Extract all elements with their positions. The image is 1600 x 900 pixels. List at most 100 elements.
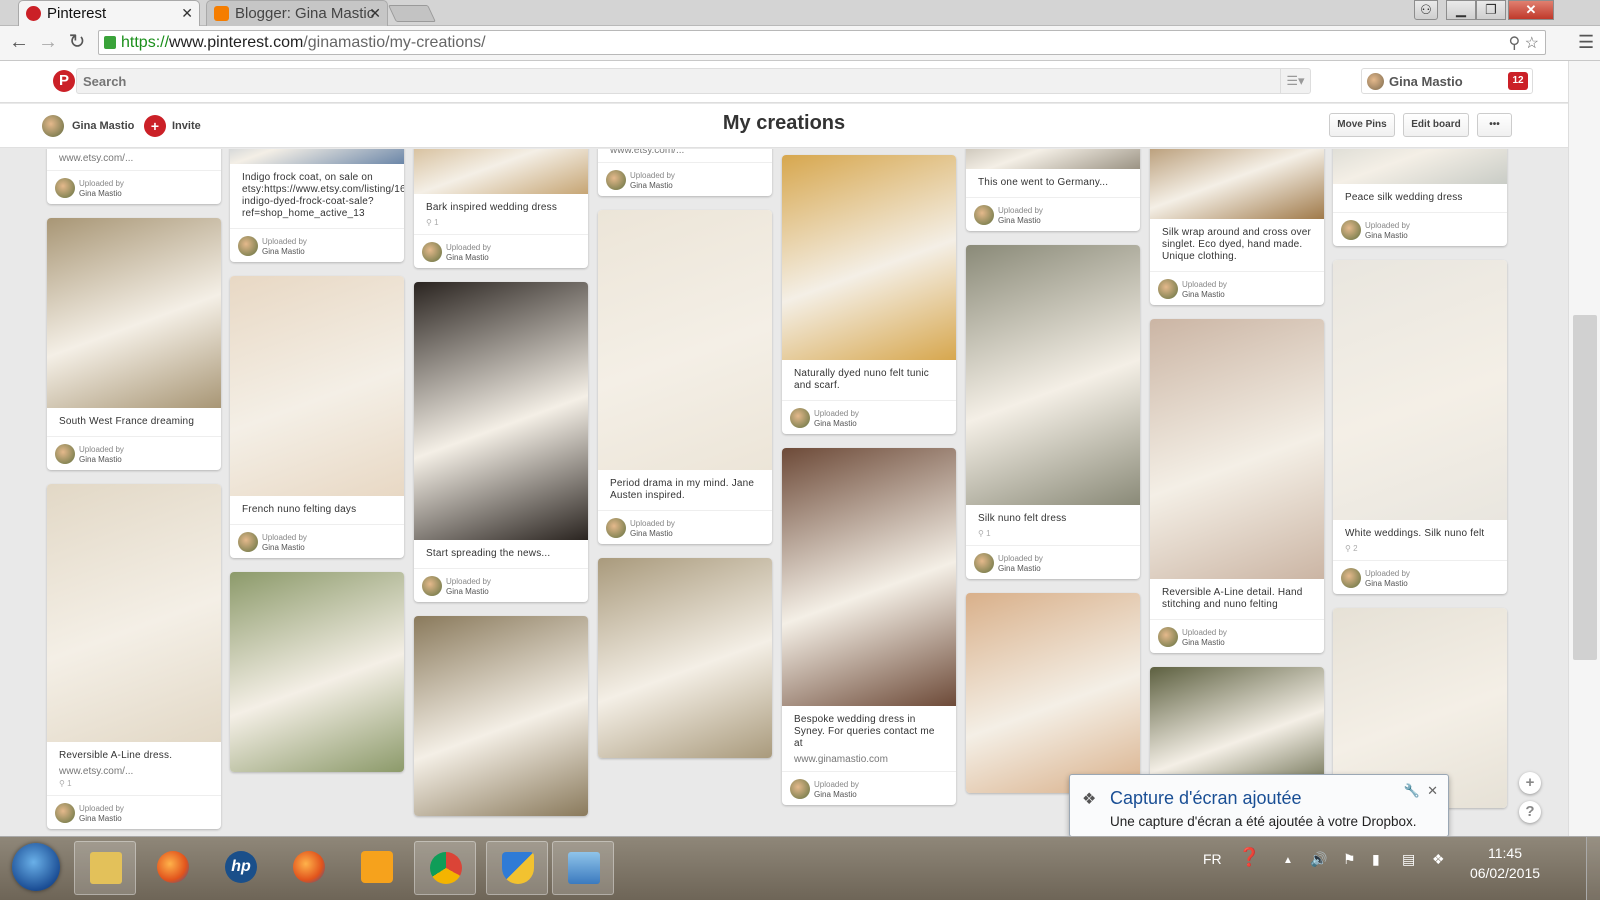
firefox-icon[interactable] [142,841,204,895]
pin-card[interactable] [598,558,772,758]
pin-source-link[interactable]: www.ginamastio.com [782,754,956,767]
browser-menu-icon[interactable]: ☰ [1578,32,1594,53]
pin-card[interactable]: Reversible A-Line detail. Hand stitching… [1150,319,1324,653]
pin-card[interactable]: Shawl on sale. eco printed woollen wrap.… [598,149,772,196]
pin-uploader[interactable]: Uploaded by Gina Mastio [414,234,588,268]
pin-image[interactable] [1333,149,1507,184]
pin-source-link[interactable]: www.etsy.com/... [598,149,772,158]
action-center-flag-icon[interactable]: ⚑ [1343,851,1356,868]
pin-image[interactable] [1150,149,1324,219]
dropbox-tray-icon[interactable]: ❖ [1432,851,1445,868]
pin-card[interactable]: Indigo dyed nuno felt dress.www.etsy.com… [47,149,221,204]
media-player-icon[interactable] [346,841,408,895]
language-indicator[interactable]: FR [1203,851,1222,867]
new-tab-button[interactable] [388,5,436,22]
pin-image[interactable] [966,149,1140,169]
category-menu-icon[interactable]: ☰▾ [1280,69,1310,93]
dropbox-notification[interactable]: ❖ Capture d'écran ajoutée Une capture d'… [1069,774,1449,837]
scrollbar-thumb[interactable] [1573,315,1597,660]
tab-pinterest[interactable]: Pinterest ✕ [18,0,200,26]
pin-card[interactable]: South West France dreaming Uploaded by Gin… [47,218,221,470]
user-menu-button[interactable]: Gina Mastio 12 [1361,68,1533,94]
pin-image[interactable] [966,593,1140,793]
pin-image[interactable] [782,448,956,706]
notification-badge[interactable]: 12 [1508,72,1528,90]
pin-uploader[interactable]: Uploaded by Gina Mastio [47,170,221,204]
pin-card[interactable]: Silk wrap around and cross over singlet.… [1150,149,1324,305]
pin-uploader[interactable]: Uploaded by Gina Mastio [966,197,1140,231]
pin-card[interactable]: Bark inspired wedding dress ⚲ 1 Uploaded b… [414,149,588,268]
page-scrollbar[interactable] [1568,61,1600,836]
close-window-button[interactable]: ✕ [1508,0,1554,20]
search-input[interactable] [77,69,1257,93]
pin-card[interactable]: Peace silk wedding dress Uploaded by Gina … [1333,149,1507,246]
maximize-button[interactable]: ❐ [1476,0,1506,20]
pin-source-link[interactable]: www.etsy.com/... [47,766,221,779]
pin-uploader[interactable]: Uploaded by Gina Mastio [47,436,221,470]
pin-image[interactable] [230,572,404,772]
pin-card[interactable]: Period drama in my mind. Jane Austen ins… [598,210,772,544]
tab-blogger[interactable]: Blogger: Gina Mastic ✕ [206,0,388,26]
pin-uploader[interactable]: Uploaded by Gina Mastio [966,545,1140,579]
tab-close-icon[interactable]: ✕ [181,1,193,26]
pin-uploader[interactable]: Uploaded by Gina Mastio [782,400,956,434]
zoom-star-icons[interactable]: ⚲ ☆ [1508,33,1539,53]
show-desktop-button[interactable] [1586,837,1600,900]
pin-card[interactable] [230,572,404,772]
pin-card[interactable]: This one went to Germany... Uploaded by Gi… [966,149,1140,231]
pin-uploader[interactable]: Uploaded by Gina Mastio [1150,619,1324,653]
pin-uploader[interactable]: Uploaded by Gina Mastio [1150,271,1324,305]
pin-card[interactable]: Silk nuno felt dress ⚲ 1 Uploaded by Gina M… [966,245,1140,579]
pin-image[interactable] [598,210,772,470]
back-icon[interactable]: ← [8,31,30,53]
pin-image[interactable] [782,155,956,360]
pin-uploader[interactable]: Uploaded by Gina Mastio [230,228,404,262]
pin-card[interactable]: Reversible A-Line dress. www.etsy.com/...… [47,484,221,829]
pin-source-link[interactable]: www.etsy.com/... [47,153,221,166]
pin-uploader[interactable]: Uploaded by Gina Mastio [598,510,772,544]
reload-icon[interactable]: ↻ [66,31,88,53]
more-options-button[interactable]: ••• [1477,113,1512,137]
system-clock[interactable]: 11:45 06/02/2015 [1460,843,1550,883]
notification-close-icon[interactable]: 🔧 ✕ [1404,783,1438,799]
show-hidden-icons-icon[interactable]: ▲ [1283,855,1293,866]
pin-card[interactable]: White weddings. Silk nuno felt ⚲ 2 Uploade… [1333,260,1507,594]
hp-icon[interactable]: hp [210,841,272,895]
pin-uploader[interactable]: Uploaded by Gina Mastio [230,524,404,558]
chrome-icon[interactable] [414,841,476,895]
pin-image[interactable] [414,282,588,540]
firefox-icon-2[interactable] [278,841,340,895]
pin-image[interactable] [414,616,588,816]
user-icon[interactable]: ⚇ [1414,0,1438,20]
pin-card[interactable]: Indigo frock coat, on sale on etsy:https… [230,149,404,262]
pin-image[interactable] [230,276,404,496]
pin-card[interactable] [966,593,1140,793]
pin-uploader[interactable]: Uploaded by Gina Mastio [782,771,956,805]
explorer-icon[interactable] [74,841,136,895]
pin-card[interactable]: French nuno felting days Uploaded by Gina … [230,276,404,558]
photo-viewer-icon[interactable] [552,841,614,895]
help-button[interactable]: ? [1519,801,1541,823]
pin-uploader[interactable]: Uploaded by Gina Mastio [47,795,221,829]
help-tray-icon[interactable]: ❓ [1238,847,1260,868]
pin-image[interactable] [598,558,772,758]
pin-image[interactable] [414,149,588,194]
pin-image[interactable] [230,149,404,164]
url-bar[interactable]: https://www.pinterest.com/ginamastio/my-… [98,30,1546,55]
minimize-button[interactable]: ▁ [1446,0,1476,20]
pinterest-logo-icon[interactable]: P [53,70,75,92]
pin-uploader[interactable]: Uploaded by Gina Mastio [414,568,588,602]
add-pin-button[interactable]: + [1519,772,1541,794]
forward-icon[interactable]: → [37,31,59,53]
pin-uploader[interactable]: Uploaded by Gina Mastio [598,162,772,196]
battery-icon[interactable]: ▮ [1372,851,1380,868]
edit-board-button[interactable]: Edit board [1403,113,1469,137]
pin-uploader[interactable]: Uploaded by Gina Mastio [1333,212,1507,246]
network-icon[interactable]: ▤ [1402,851,1415,868]
pin-image[interactable] [47,218,221,408]
pin-image[interactable] [966,245,1140,505]
pin-card[interactable]: Bespoke wedding dress in Syney. For quer… [782,448,956,805]
pin-image[interactable] [1333,260,1507,520]
pin-card[interactable] [414,616,588,816]
start-button[interactable] [12,843,60,891]
